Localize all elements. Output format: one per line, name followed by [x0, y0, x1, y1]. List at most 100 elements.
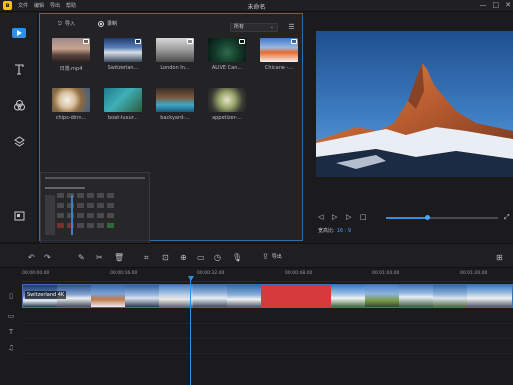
export-label: 导出 [271, 254, 282, 260]
aspect-ratio-value[interactable]: 16 : 9 [337, 228, 351, 234]
sidebar-item-media[interactable] [8, 23, 30, 43]
thumbnail [52, 88, 90, 112]
text-track[interactable] [22, 325, 513, 339]
export-icon: ⇪ [262, 252, 269, 261]
thumbnail [208, 38, 246, 62]
menu-edit[interactable]: 编辑 [34, 2, 44, 9]
media-item-label: Switzerlan... [107, 65, 139, 71]
media-item[interactable]: backyard-... [156, 88, 194, 121]
close-icon[interactable]: ✕ [505, 1, 511, 10]
media-item-label: ALIVE Can... [211, 65, 243, 71]
media-filter-select[interactable]: 所有 ⌄ [230, 23, 278, 32]
thumbnail [52, 38, 90, 62]
zoom-fit-icon[interactable]: ⊞ [496, 253, 503, 262]
stop-icon[interactable]: □ [360, 213, 367, 222]
sidebar-item-elements[interactable] [8, 205, 30, 225]
title-bar: ʙ 文件 编辑 导出 帮助 未命名 — □ ✕ [0, 0, 513, 12]
edit-icon[interactable]: ✎ [78, 253, 85, 262]
text-icon [15, 64, 24, 75]
timeline: 00:00:00.00 00:00:16.00 00:00:32.00 00:0… [0, 268, 513, 385]
playhead[interactable] [190, 277, 191, 385]
media-item[interactable]: boat-luxur... [104, 88, 142, 121]
media-item-label: London In... [160, 65, 190, 71]
thumbnail [208, 88, 246, 112]
scrubber-handle[interactable] [424, 215, 430, 220]
overlay-track[interactable] [22, 310, 513, 324]
media-item-label: 日落.mp4 [59, 66, 83, 72]
export-button[interactable]: ⇪ 导出 [262, 252, 282, 261]
timeline-ruler[interactable]: 00:00:00.00 00:00:16.00 00:00:32.00 00:0… [22, 268, 513, 282]
video-clip[interactable]: Switzerland 4K [22, 284, 513, 308]
menu-bar: 文件 编辑 导出 帮助 [18, 2, 76, 9]
media-item-label: boat-luxur... [107, 115, 139, 121]
redo-icon[interactable]: ↷ [44, 253, 51, 262]
clip-title: Switzerland 4K [25, 291, 67, 299]
menu-file[interactable]: 文件 [18, 2, 28, 9]
trim-icon[interactable]: ⊡ [162, 253, 169, 262]
tick-label: 00:00:00.00 [22, 271, 50, 276]
media-item-label: chips-dinn... [55, 115, 87, 121]
sidebar-item-text[interactable] [8, 59, 30, 79]
media-item[interactable]: Chicane -... [260, 38, 298, 71]
app-logo-icon: ʙ [3, 1, 12, 10]
preview-panel: ◁ ▷ ▷ □ ⤢ 宽高比: 16 : 9 [309, 13, 513, 241]
record-button[interactable]: 录制 [98, 20, 117, 27]
import-button[interactable]: ⎋ 导入 [58, 20, 75, 28]
aspect-ratio-label: 宽高比: [318, 228, 335, 234]
media-item-label: Chicane -... [264, 65, 294, 71]
layers-icon [13, 135, 25, 147]
sidebar-item-overlays[interactable] [8, 131, 30, 151]
thumbnail [156, 38, 194, 62]
thumbnail [104, 88, 142, 112]
delete-icon[interactable]: 🗑 [114, 253, 124, 262]
thumbnail [104, 38, 142, 62]
thumbnail [156, 88, 194, 112]
next-frame-icon[interactable]: ▷ [346, 213, 351, 222]
text-track-icon: T [8, 328, 14, 336]
video-track-icon: ▯ [9, 292, 13, 300]
timeline-toolbar: ↶ ↷ ✎ ✂ 🗑 ⌗ ⊡ ⊕ ▭ ◷ 🎙 ⇪ 导出 ⊞ [0, 243, 513, 268]
audio-track[interactable] [22, 340, 513, 354]
minimize-icon[interactable]: — [480, 1, 487, 10]
window-title: 未命名 [247, 4, 266, 11]
screen-icon[interactable]: ▭ [197, 253, 205, 262]
window-controls: — □ ✕ [480, 1, 512, 10]
undo-icon[interactable]: ↶ [28, 253, 35, 262]
filter-value: 所有 [234, 24, 245, 30]
media-item[interactable]: ALIVE Can... [208, 38, 246, 71]
media-item[interactable]: 日落.mp4 [52, 38, 90, 72]
sidebar-item-filters[interactable] [8, 95, 30, 115]
media-item[interactable]: London In... [156, 38, 194, 71]
rotate-icon[interactable]: ⊕ [180, 253, 187, 262]
tick-label: 00:00:32.00 [197, 271, 225, 276]
media-panel: ⎋ 导入 录制 所有 ⌄ ☰ 日落.mp4 Switzerlan... Lond… [39, 13, 303, 244]
sidebar [0, 13, 38, 241]
thumbnail [260, 38, 298, 62]
playhead-handle[interactable] [188, 276, 194, 281]
import-icon: ⎋ [58, 20, 62, 27]
menu-export[interactable]: 导出 [50, 2, 60, 9]
tick-label: 00:01:04.00 [372, 271, 400, 276]
record-label: 录制 [107, 21, 118, 27]
microphone-icon[interactable]: 🎙 [232, 253, 242, 262]
play-icon[interactable]: ▷ [332, 213, 337, 222]
floating-panel [40, 172, 150, 244]
preview-video[interactable] [316, 31, 513, 177]
media-item[interactable]: Switzerlan... [104, 38, 142, 71]
list-view-icon[interactable]: ☰ [287, 23, 296, 32]
tick-label: 00:00:48.00 [285, 271, 313, 276]
menu-help[interactable]: 帮助 [66, 2, 76, 9]
preview-scrubber[interactable] [386, 215, 498, 220]
fullscreen-icon[interactable]: ⤢ [504, 213, 510, 222]
filter-icon [13, 99, 25, 110]
media-item[interactable]: chips-dinn... [52, 88, 90, 121]
tick-label: 00:01:20.00 [460, 271, 488, 276]
crop-icon[interactable]: ⌗ [144, 253, 149, 262]
aspect-ratio: 宽高比: 16 : 9 [318, 227, 351, 234]
mountain-image [316, 31, 513, 177]
timer-icon[interactable]: ◷ [214, 253, 221, 262]
maximize-icon[interactable]: □ [493, 1, 500, 10]
previous-frame-icon[interactable]: ◁ [318, 213, 323, 222]
media-item[interactable]: appetizer-... [208, 88, 246, 121]
scissors-icon[interactable]: ✂ [96, 253, 103, 262]
